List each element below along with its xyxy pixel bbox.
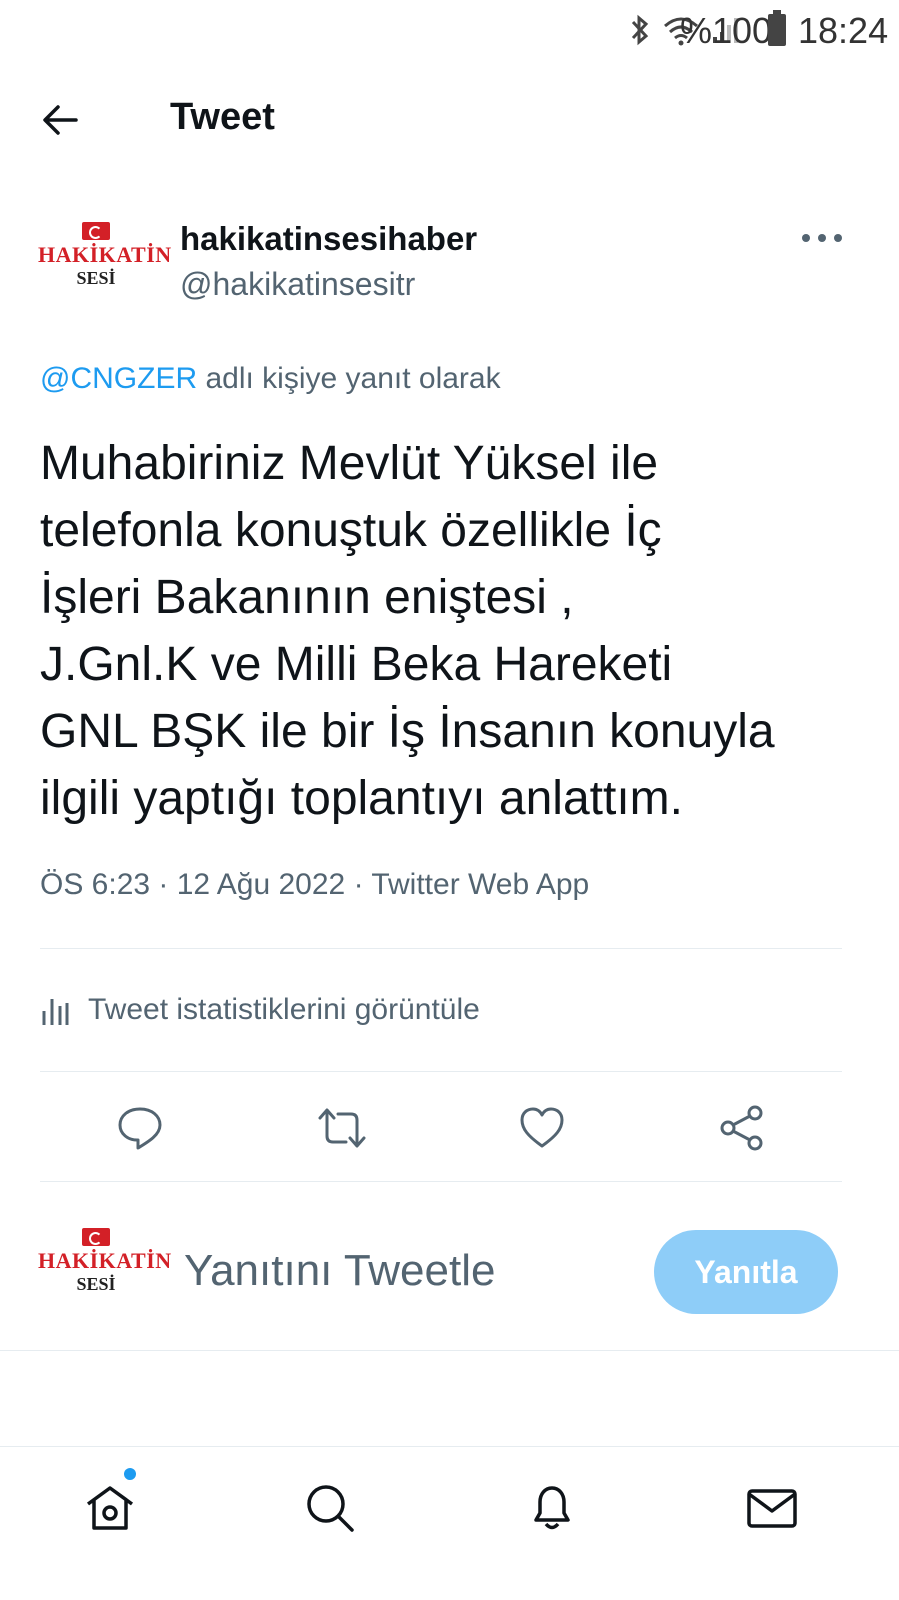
home-notification-dot: [124, 1468, 136, 1480]
tweet-stats-link[interactable]: Tweet istatistiklerini görüntüle: [40, 988, 480, 1032]
reply-to-line: @CNGZER adlı kişiye yanıt olarak: [40, 362, 501, 396]
divider: [40, 1071, 842, 1072]
more-dot: [818, 234, 826, 242]
mail-icon: [747, 1489, 797, 1528]
retweet-icon: [318, 1108, 366, 1148]
battery-percent: %100: [680, 10, 773, 51]
battery-icon: [768, 10, 786, 46]
nav-messages[interactable]: [744, 1480, 800, 1536]
reply-input[interactable]: Yanıtını Tweetle: [184, 1246, 495, 1296]
page-title: Tweet: [170, 96, 275, 138]
reply-button[interactable]: [116, 1104, 164, 1152]
flag-icon: [82, 1228, 110, 1246]
reply-icon: [118, 1107, 162, 1150]
more-horizontal-icon: [802, 234, 810, 242]
author-display-name[interactable]: hakikatinsesihaber: [180, 220, 477, 258]
home-icon: [86, 1486, 134, 1530]
bell-icon: [534, 1486, 570, 1530]
user-avatar[interactable]: HAKİKATİN SESİ: [38, 1228, 172, 1318]
avatar-logo-line1: HAKİKATİN: [38, 242, 172, 267]
bluetooth-icon: [631, 14, 649, 46]
more-options-button[interactable]: [802, 228, 842, 248]
divider: [0, 1350, 899, 1351]
flag-icon: [82, 222, 110, 240]
avatar-logo-line2: SESİ: [76, 268, 116, 288]
like-button[interactable]: [518, 1104, 566, 1152]
status-time: 18:24: [798, 10, 889, 51]
avatar-logo-line1: HAKİKATİN: [38, 1248, 172, 1273]
tweet-meta: ÖS 6:23 · 12 Ağu 2022 · Twitter Web App: [40, 868, 590, 901]
heart-icon: [520, 1107, 564, 1148]
nav-notifications[interactable]: [524, 1480, 580, 1536]
more-dot: [834, 234, 842, 242]
author-handle[interactable]: @hakikatinsesitr: [180, 266, 415, 303]
tweet-text: Muhabiriniz Mevlüt Yüksel ile telefonla …: [40, 437, 775, 825]
share-icon: [720, 1105, 763, 1151]
divider: [40, 948, 842, 949]
reply-submit-button[interactable]: Yanıtla: [654, 1230, 838, 1314]
divider: [40, 1181, 842, 1182]
nav-search[interactable]: [302, 1480, 358, 1536]
nav-home[interactable]: [82, 1480, 138, 1536]
avatar-logo-line2: SESİ: [76, 1274, 116, 1294]
search-icon: [307, 1485, 354, 1532]
arrow-left-icon: [43, 105, 78, 135]
reply-to-suffix: adlı kişiye yanıt olarak: [197, 362, 501, 395]
reply-to-mention[interactable]: @CNGZER: [40, 362, 197, 395]
back-button[interactable]: [40, 100, 80, 140]
status-bar: %100 18:24: [0, 0, 899, 60]
retweet-button[interactable]: [316, 1104, 366, 1152]
tweet-stats-label: Tweet istatistiklerini görüntüle: [88, 993, 480, 1026]
share-button[interactable]: [718, 1104, 766, 1152]
author-avatar[interactable]: HAKİKATİN SESİ: [38, 222, 172, 312]
analytics-icon: [42, 999, 69, 1025]
